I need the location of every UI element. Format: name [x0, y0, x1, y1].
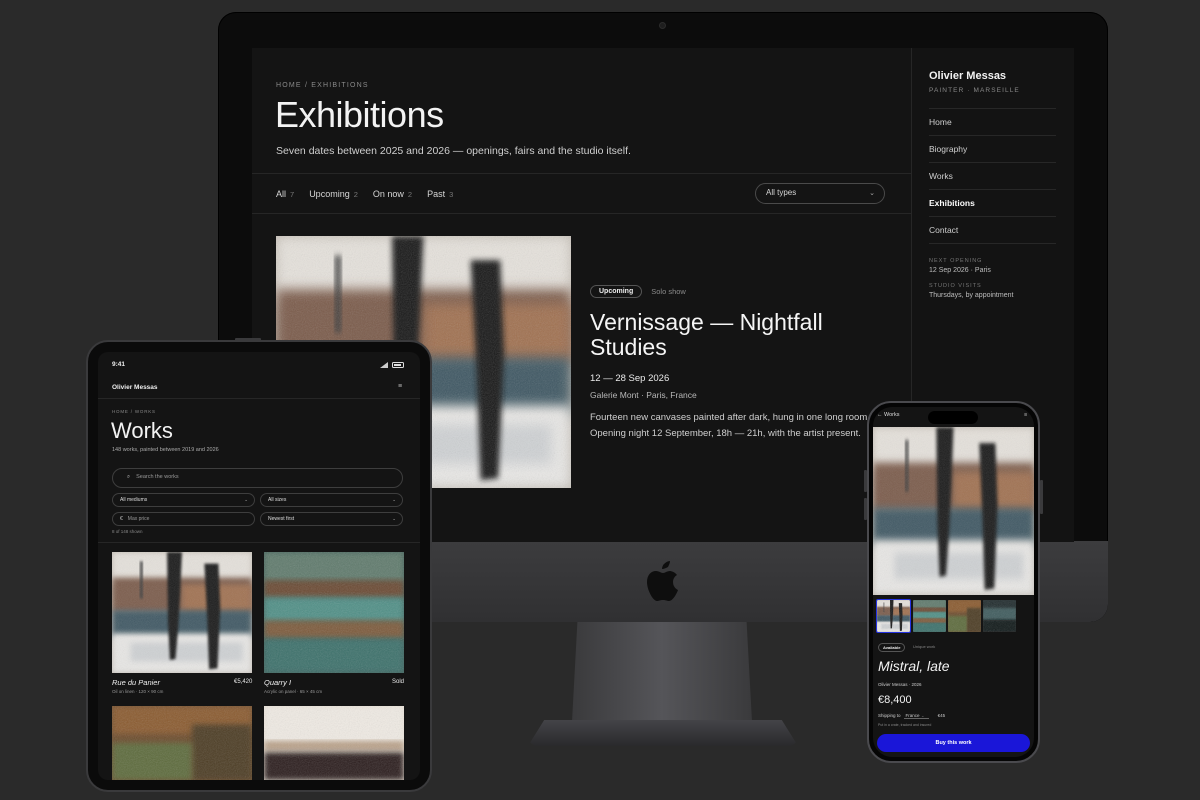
max-price-placeholder: Max price [127, 516, 150, 522]
exhibition-badges: Upcoming Solo show [590, 285, 686, 298]
page-title: Exhibitions [275, 94, 444, 135]
filter-on-now[interactable]: On now 2 [373, 189, 412, 199]
artwork-thumbnail[interactable] [264, 706, 404, 780]
results-count: 8 of 148 shown [112, 529, 143, 534]
work-price: €5,420 [234, 679, 253, 685]
apple-logo-icon [647, 561, 678, 601]
iphone-volume-button [864, 470, 867, 492]
page-subtitle: 148 works, painted between 2019 and 2026 [112, 447, 219, 453]
artwork-thumbnail[interactable] [913, 600, 946, 632]
phone-screen: ← Works ≡ Available Unique work Mistral,… [873, 407, 1034, 757]
shipping-note: Put in a crate, tracked and insured [878, 723, 932, 727]
filter-past[interactable]: Past 3 [427, 189, 453, 199]
page-subtitle: Seven dates between 2025 and 2026 — open… [276, 145, 631, 157]
sidebar-item-home[interactable]: Home [929, 109, 1056, 136]
studio-visits-value: Thursdays, by appointment [929, 292, 1014, 299]
dynamic-island [928, 411, 978, 424]
chevron-down-icon: ⌄ [920, 713, 925, 718]
iphone-volume-button [864, 498, 867, 520]
artwork-main-image[interactable] [873, 427, 1034, 595]
artwork-quarry-i[interactable] [264, 552, 404, 673]
artwork-thumbnail[interactable] [876, 599, 911, 633]
work-type: Unique work [913, 644, 936, 649]
chevron-down-icon: ⌄ [392, 497, 396, 502]
size-select-value: All sizes [268, 497, 287, 503]
status-badge: Upcoming [590, 285, 643, 298]
artwork-rue-du-panier[interactable] [112, 552, 252, 673]
breadcrumb[interactable]: HOME / WORKS [112, 409, 156, 414]
currency-symbol: € [120, 516, 123, 522]
sort-select-value: Newest first [268, 516, 295, 522]
exhibition-title[interactable]: Vernissage — Nightfall Studies [590, 310, 880, 360]
divider [98, 542, 420, 543]
chevron-down-icon: ⌄ [392, 516, 396, 521]
search-input[interactable]: ⌕ Search the works [112, 468, 403, 488]
next-opening-value: 12 Sep 2026 · Paris [929, 267, 991, 274]
shipping-country-select[interactable]: France ⌄ [903, 713, 929, 719]
work-title: Mistral, late [878, 658, 950, 674]
work-detail: Oil on linen · 120 × 90 cm [112, 689, 164, 694]
site-brand[interactable]: Olivier Messas [112, 384, 158, 391]
imac-stand [572, 622, 752, 722]
ipad-button [235, 338, 261, 341]
work-price: Sold [392, 679, 405, 685]
artist-name[interactable]: Olivier Messas [929, 70, 1056, 82]
work-price: €8,400 [878, 694, 912, 706]
sidebar-item-biography[interactable]: Biography [929, 136, 1056, 163]
next-opening-label: NEXT OPENING [929, 258, 983, 264]
camera-icon [659, 22, 666, 29]
iphone-power-button [1040, 480, 1043, 514]
sort-select[interactable]: Newest first ⌄ [260, 512, 403, 526]
buy-button[interactable]: Buy this work [877, 734, 1030, 752]
battery-icon [392, 362, 404, 368]
breadcrumb[interactable]: HOME / EXHIBITIONS [276, 82, 369, 89]
studio-visits-label: STUDIO VISITS [929, 283, 982, 289]
shipping-country-value: France [905, 713, 920, 718]
sidebar-item-contact[interactable]: Contact [929, 217, 1056, 244]
artwork-thumbnail[interactable] [112, 706, 252, 780]
shipping-fee: €45 [937, 713, 946, 718]
chevron-down-icon: ⌄ [244, 497, 248, 502]
work-detail: Acrylic on panel · 65 × 45 cm [264, 689, 323, 694]
availability-badge: Available [878, 643, 906, 652]
search-placeholder: Search the works [136, 474, 179, 480]
tablet-screen: 9:41 Olivier Messas ≡ HOME / WORKS Works… [98, 352, 420, 780]
exhibition-venue: Galerie Mont · Paris, France [590, 390, 697, 400]
shipping-label: Shipping to [878, 713, 901, 718]
divider [252, 213, 912, 214]
sidebar-item-exhibitions[interactable]: Exhibitions [929, 190, 1056, 217]
type-select-value: All types [766, 188, 797, 197]
work-title[interactable]: Quarry I [264, 678, 291, 687]
max-price-input[interactable]: € Max price [112, 512, 255, 526]
exhibition-dates: 12 — 28 Sep 2026 [590, 373, 670, 384]
search-icon: ⌕ [127, 474, 131, 480]
artwork-thumbnail[interactable] [983, 600, 1016, 632]
filter-all[interactable]: All 7 [276, 189, 294, 199]
artwork-thumbnail[interactable] [948, 600, 981, 632]
status-time: 9:41 [112, 361, 126, 368]
exhibition-kind: Solo show [651, 287, 686, 296]
chevron-down-icon: ⌄ [869, 190, 875, 197]
type-select[interactable]: All types ⌄ [755, 183, 885, 204]
sidebar-item-works[interactable]: Works [929, 163, 1056, 190]
shipping-row: Shipping to France ⌄ €45 [878, 713, 945, 719]
exhibition-filters: All 7 Upcoming 2 On now 2 Past 3 [276, 189, 453, 199]
medium-select-value: All mediums [120, 497, 148, 503]
size-select[interactable]: All sizes ⌄ [260, 493, 403, 507]
sidebar-nav: Home Biography Works Exhibitions Contact [929, 108, 1056, 244]
divider [98, 398, 420, 399]
page-title: Works [111, 418, 173, 443]
filter-upcoming[interactable]: Upcoming 2 [309, 189, 358, 199]
divider [252, 173, 912, 174]
artist-role: PAINTER · MARSEILLE [929, 87, 1020, 94]
imac-stand-foot [528, 720, 798, 746]
work-title[interactable]: Rue du Panier [112, 678, 160, 687]
signal-icon [380, 362, 388, 368]
exhibition-description: Fourteen new canvases painted after dark… [590, 412, 870, 439]
menu-icon[interactable]: ≡ [398, 383, 402, 390]
menu-icon[interactable]: ≡ [1024, 412, 1027, 418]
medium-select[interactable]: All mediums ⌄ [112, 493, 255, 507]
work-artist: Olivier Messas · 2026 [878, 682, 922, 687]
back-link[interactable]: ← Works [877, 412, 900, 418]
